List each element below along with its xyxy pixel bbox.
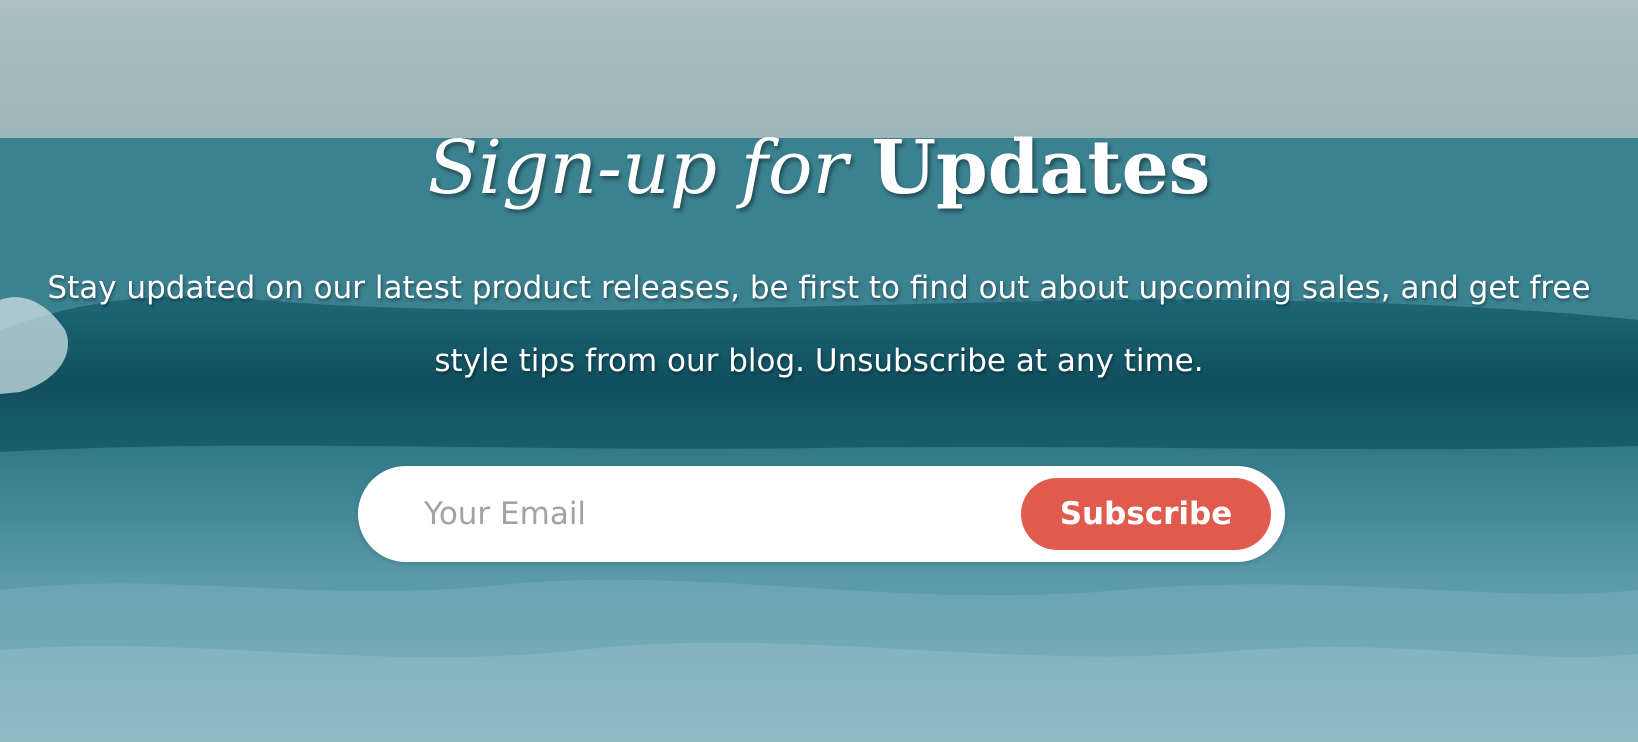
signup-content: Sign-up for Updates Stay updated on our … [0, 0, 1638, 742]
title-bold-text: Updates [871, 125, 1211, 211]
email-signup-form: Subscribe [358, 466, 1285, 562]
signup-title: Sign-up for Updates [0, 122, 1638, 214]
email-input[interactable] [424, 484, 984, 544]
subscribe-button[interactable]: Subscribe [1021, 478, 1271, 550]
title-italic-text: Sign-up for [427, 125, 848, 211]
signup-hero-section: Sign-up for Updates Stay updated on our … [0, 0, 1638, 742]
signup-description: Stay updated on our latest product relea… [47, 270, 1591, 379]
